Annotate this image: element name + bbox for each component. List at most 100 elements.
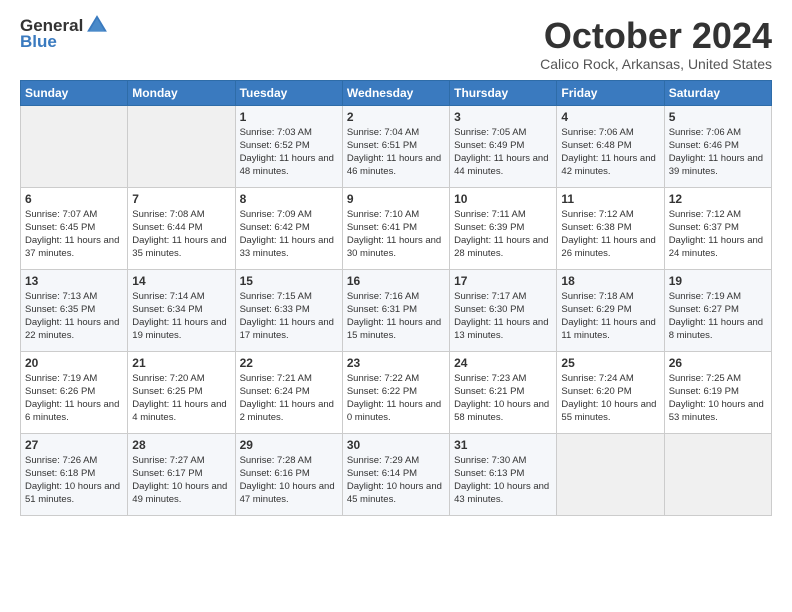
day-number: 20: [25, 356, 123, 370]
header-row: SundayMondayTuesdayWednesdayThursdayFrid…: [21, 80, 772, 105]
calendar-cell: 6Sunrise: 7:07 AMSunset: 6:45 PMDaylight…: [21, 187, 128, 269]
calendar-cell: [128, 105, 235, 187]
day-number: 14: [132, 274, 230, 288]
calendar-cell: 12Sunrise: 7:12 AMSunset: 6:37 PMDayligh…: [664, 187, 771, 269]
day-info: Sunrise: 7:09 AMSunset: 6:42 PMDaylight:…: [240, 208, 338, 261]
day-info: Sunrise: 7:03 AMSunset: 6:52 PMDaylight:…: [240, 126, 338, 179]
day-info: Sunrise: 7:20 AMSunset: 6:25 PMDaylight:…: [132, 372, 230, 425]
day-info: Sunrise: 7:21 AMSunset: 6:24 PMDaylight:…: [240, 372, 338, 425]
day-info: Sunrise: 7:29 AMSunset: 6:14 PMDaylight:…: [347, 454, 445, 507]
header-day: Tuesday: [235, 80, 342, 105]
day-info: Sunrise: 7:19 AMSunset: 6:27 PMDaylight:…: [669, 290, 767, 343]
calendar-cell: 8 Sunrise: 7:09 AMSunset: 6:42 PMDaylight…: [235, 187, 342, 269]
day-number: 2: [347, 110, 445, 124]
day-number: 23: [347, 356, 445, 370]
day-number: 5: [669, 110, 767, 124]
logo-icon: [86, 14, 108, 36]
calendar-cell: 27 Sunrise: 7:26 AMSunset: 6:18 PMDayligh…: [21, 433, 128, 515]
header-day: Sunday: [21, 80, 128, 105]
day-info: Sunrise: 7:27 AMSunset: 6:17 PMDaylight:…: [132, 454, 230, 507]
logo: General Blue: [20, 16, 108, 52]
day-info: Sunrise: 7:25 AMSunset: 6:19 PMDaylight:…: [669, 372, 767, 425]
day-number: 27: [25, 438, 123, 452]
calendar-table: SundayMondayTuesdayWednesdayThursdayFrid…: [20, 80, 772, 516]
day-info: Sunrise: 7:04 AMSunset: 6:51 PMDaylight:…: [347, 126, 445, 179]
day-info: Sunrise: 7:06 AMSunset: 6:46 PMDaylight:…: [669, 126, 767, 179]
day-number: 18: [561, 274, 659, 288]
day-number: 25: [561, 356, 659, 370]
day-info: Sunrise: 7:08 AMSunset: 6:44 PMDaylight:…: [132, 208, 230, 261]
day-info: Sunrise: 7:13 AMSunset: 6:35 PMDaylight:…: [25, 290, 123, 343]
calendar-cell: 14 Sunrise: 7:14 AMSunset: 6:34 PMDayligh…: [128, 269, 235, 351]
calendar-cell: 17 Sunrise: 7:17 AMSunset: 6:30 PMDayligh…: [450, 269, 557, 351]
calendar-cell: [557, 433, 664, 515]
calendar-cell: 11Sunrise: 7:12 AMSunset: 6:38 PMDayligh…: [557, 187, 664, 269]
calendar-cell: 1 Sunrise: 7:03 AMSunset: 6:52 PMDaylight…: [235, 105, 342, 187]
day-number: 3: [454, 110, 552, 124]
day-number: 7: [132, 192, 230, 206]
day-info: Sunrise: 7:30 AMSunset: 6:13 PMDaylight:…: [454, 454, 552, 507]
calendar-cell: 28 Sunrise: 7:27 AMSunset: 6:17 PMDayligh…: [128, 433, 235, 515]
header-day: Wednesday: [342, 80, 449, 105]
calendar-cell: 26Sunrise: 7:25 AMSunset: 6:19 PMDayligh…: [664, 351, 771, 433]
day-number: 8: [240, 192, 338, 206]
page: General Blue October 2024 Calico Rock, A…: [0, 0, 792, 526]
calendar-cell: 25Sunrise: 7:24 AMSunset: 6:20 PMDayligh…: [557, 351, 664, 433]
calendar-cell: 5 Sunrise: 7:06 AMSunset: 6:46 PMDaylight…: [664, 105, 771, 187]
calendar-cell: 19 Sunrise: 7:19 AMSunset: 6:27 PMDayligh…: [664, 269, 771, 351]
day-number: 19: [669, 274, 767, 288]
day-info: Sunrise: 7:14 AMSunset: 6:34 PMDaylight:…: [132, 290, 230, 343]
day-info: Sunrise: 7:17 AMSunset: 6:30 PMDaylight:…: [454, 290, 552, 343]
calendar-cell: 24Sunrise: 7:23 AMSunset: 6:21 PMDayligh…: [450, 351, 557, 433]
day-info: Sunrise: 7:22 AMSunset: 6:22 PMDaylight:…: [347, 372, 445, 425]
day-number: 16: [347, 274, 445, 288]
day-number: 28: [132, 438, 230, 452]
calendar-cell: [21, 105, 128, 187]
day-number: 13: [25, 274, 123, 288]
day-number: 15: [240, 274, 338, 288]
calendar-cell: 4 Sunrise: 7:06 AMSunset: 6:48 PMDaylight…: [557, 105, 664, 187]
calendar-week-row: 27 Sunrise: 7:26 AMSunset: 6:18 PMDayligh…: [21, 433, 772, 515]
day-info: Sunrise: 7:11 AMSunset: 6:39 PMDaylight:…: [454, 208, 552, 261]
day-info: Sunrise: 7:05 AMSunset: 6:49 PMDaylight:…: [454, 126, 552, 179]
day-info: Sunrise: 7:10 AMSunset: 6:41 PMDaylight:…: [347, 208, 445, 261]
calendar-cell: [664, 433, 771, 515]
calendar-cell: 18 Sunrise: 7:18 AMSunset: 6:29 PMDayligh…: [557, 269, 664, 351]
calendar-cell: 23 Sunrise: 7:22 AMSunset: 6:22 PMDayligh…: [342, 351, 449, 433]
day-info: Sunrise: 7:15 AMSunset: 6:33 PMDaylight:…: [240, 290, 338, 343]
header-day: Thursday: [450, 80, 557, 105]
day-number: 17: [454, 274, 552, 288]
calendar-cell: 30Sunrise: 7:29 AMSunset: 6:14 PMDayligh…: [342, 433, 449, 515]
calendar-cell: 22 Sunrise: 7:21 AMSunset: 6:24 PMDayligh…: [235, 351, 342, 433]
day-info: Sunrise: 7:12 AMSunset: 6:38 PMDaylight:…: [561, 208, 659, 261]
day-number: 1: [240, 110, 338, 124]
day-number: 4: [561, 110, 659, 124]
day-info: Sunrise: 7:18 AMSunset: 6:29 PMDaylight:…: [561, 290, 659, 343]
calendar-week-row: 13 Sunrise: 7:13 AMSunset: 6:35 PMDayligh…: [21, 269, 772, 351]
month-title: October 2024: [540, 16, 772, 56]
day-number: 6: [25, 192, 123, 206]
day-info: Sunrise: 7:28 AMSunset: 6:16 PMDaylight:…: [240, 454, 338, 507]
day-info: Sunrise: 7:06 AMSunset: 6:48 PMDaylight:…: [561, 126, 659, 179]
calendar-cell: 3 Sunrise: 7:05 AMSunset: 6:49 PMDaylight…: [450, 105, 557, 187]
calendar-cell: 2 Sunrise: 7:04 AMSunset: 6:51 PMDaylight…: [342, 105, 449, 187]
logo-blue: Blue: [20, 32, 57, 52]
header-day: Friday: [557, 80, 664, 105]
calendar-week-row: 6Sunrise: 7:07 AMSunset: 6:45 PMDaylight…: [21, 187, 772, 269]
calendar-cell: 21 Sunrise: 7:20 AMSunset: 6:25 PMDayligh…: [128, 351, 235, 433]
location: Calico Rock, Arkansas, United States: [540, 56, 772, 72]
day-number: 10: [454, 192, 552, 206]
calendar-cell: 9Sunrise: 7:10 AMSunset: 6:41 PMDaylight…: [342, 187, 449, 269]
day-number: 12: [669, 192, 767, 206]
calendar-week-row: 20 Sunrise: 7:19 AMSunset: 6:26 PMDayligh…: [21, 351, 772, 433]
day-info: Sunrise: 7:19 AMSunset: 6:26 PMDaylight:…: [25, 372, 123, 425]
calendar-cell: 29 Sunrise: 7:28 AMSunset: 6:16 PMDayligh…: [235, 433, 342, 515]
calendar-cell: 20 Sunrise: 7:19 AMSunset: 6:26 PMDayligh…: [21, 351, 128, 433]
calendar-cell: 10 Sunrise: 7:11 AMSunset: 6:39 PMDayligh…: [450, 187, 557, 269]
day-number: 29: [240, 438, 338, 452]
day-number: 22: [240, 356, 338, 370]
day-number: 24: [454, 356, 552, 370]
calendar-week-row: 1 Sunrise: 7:03 AMSunset: 6:52 PMDaylight…: [21, 105, 772, 187]
day-number: 21: [132, 356, 230, 370]
day-info: Sunrise: 7:26 AMSunset: 6:18 PMDaylight:…: [25, 454, 123, 507]
